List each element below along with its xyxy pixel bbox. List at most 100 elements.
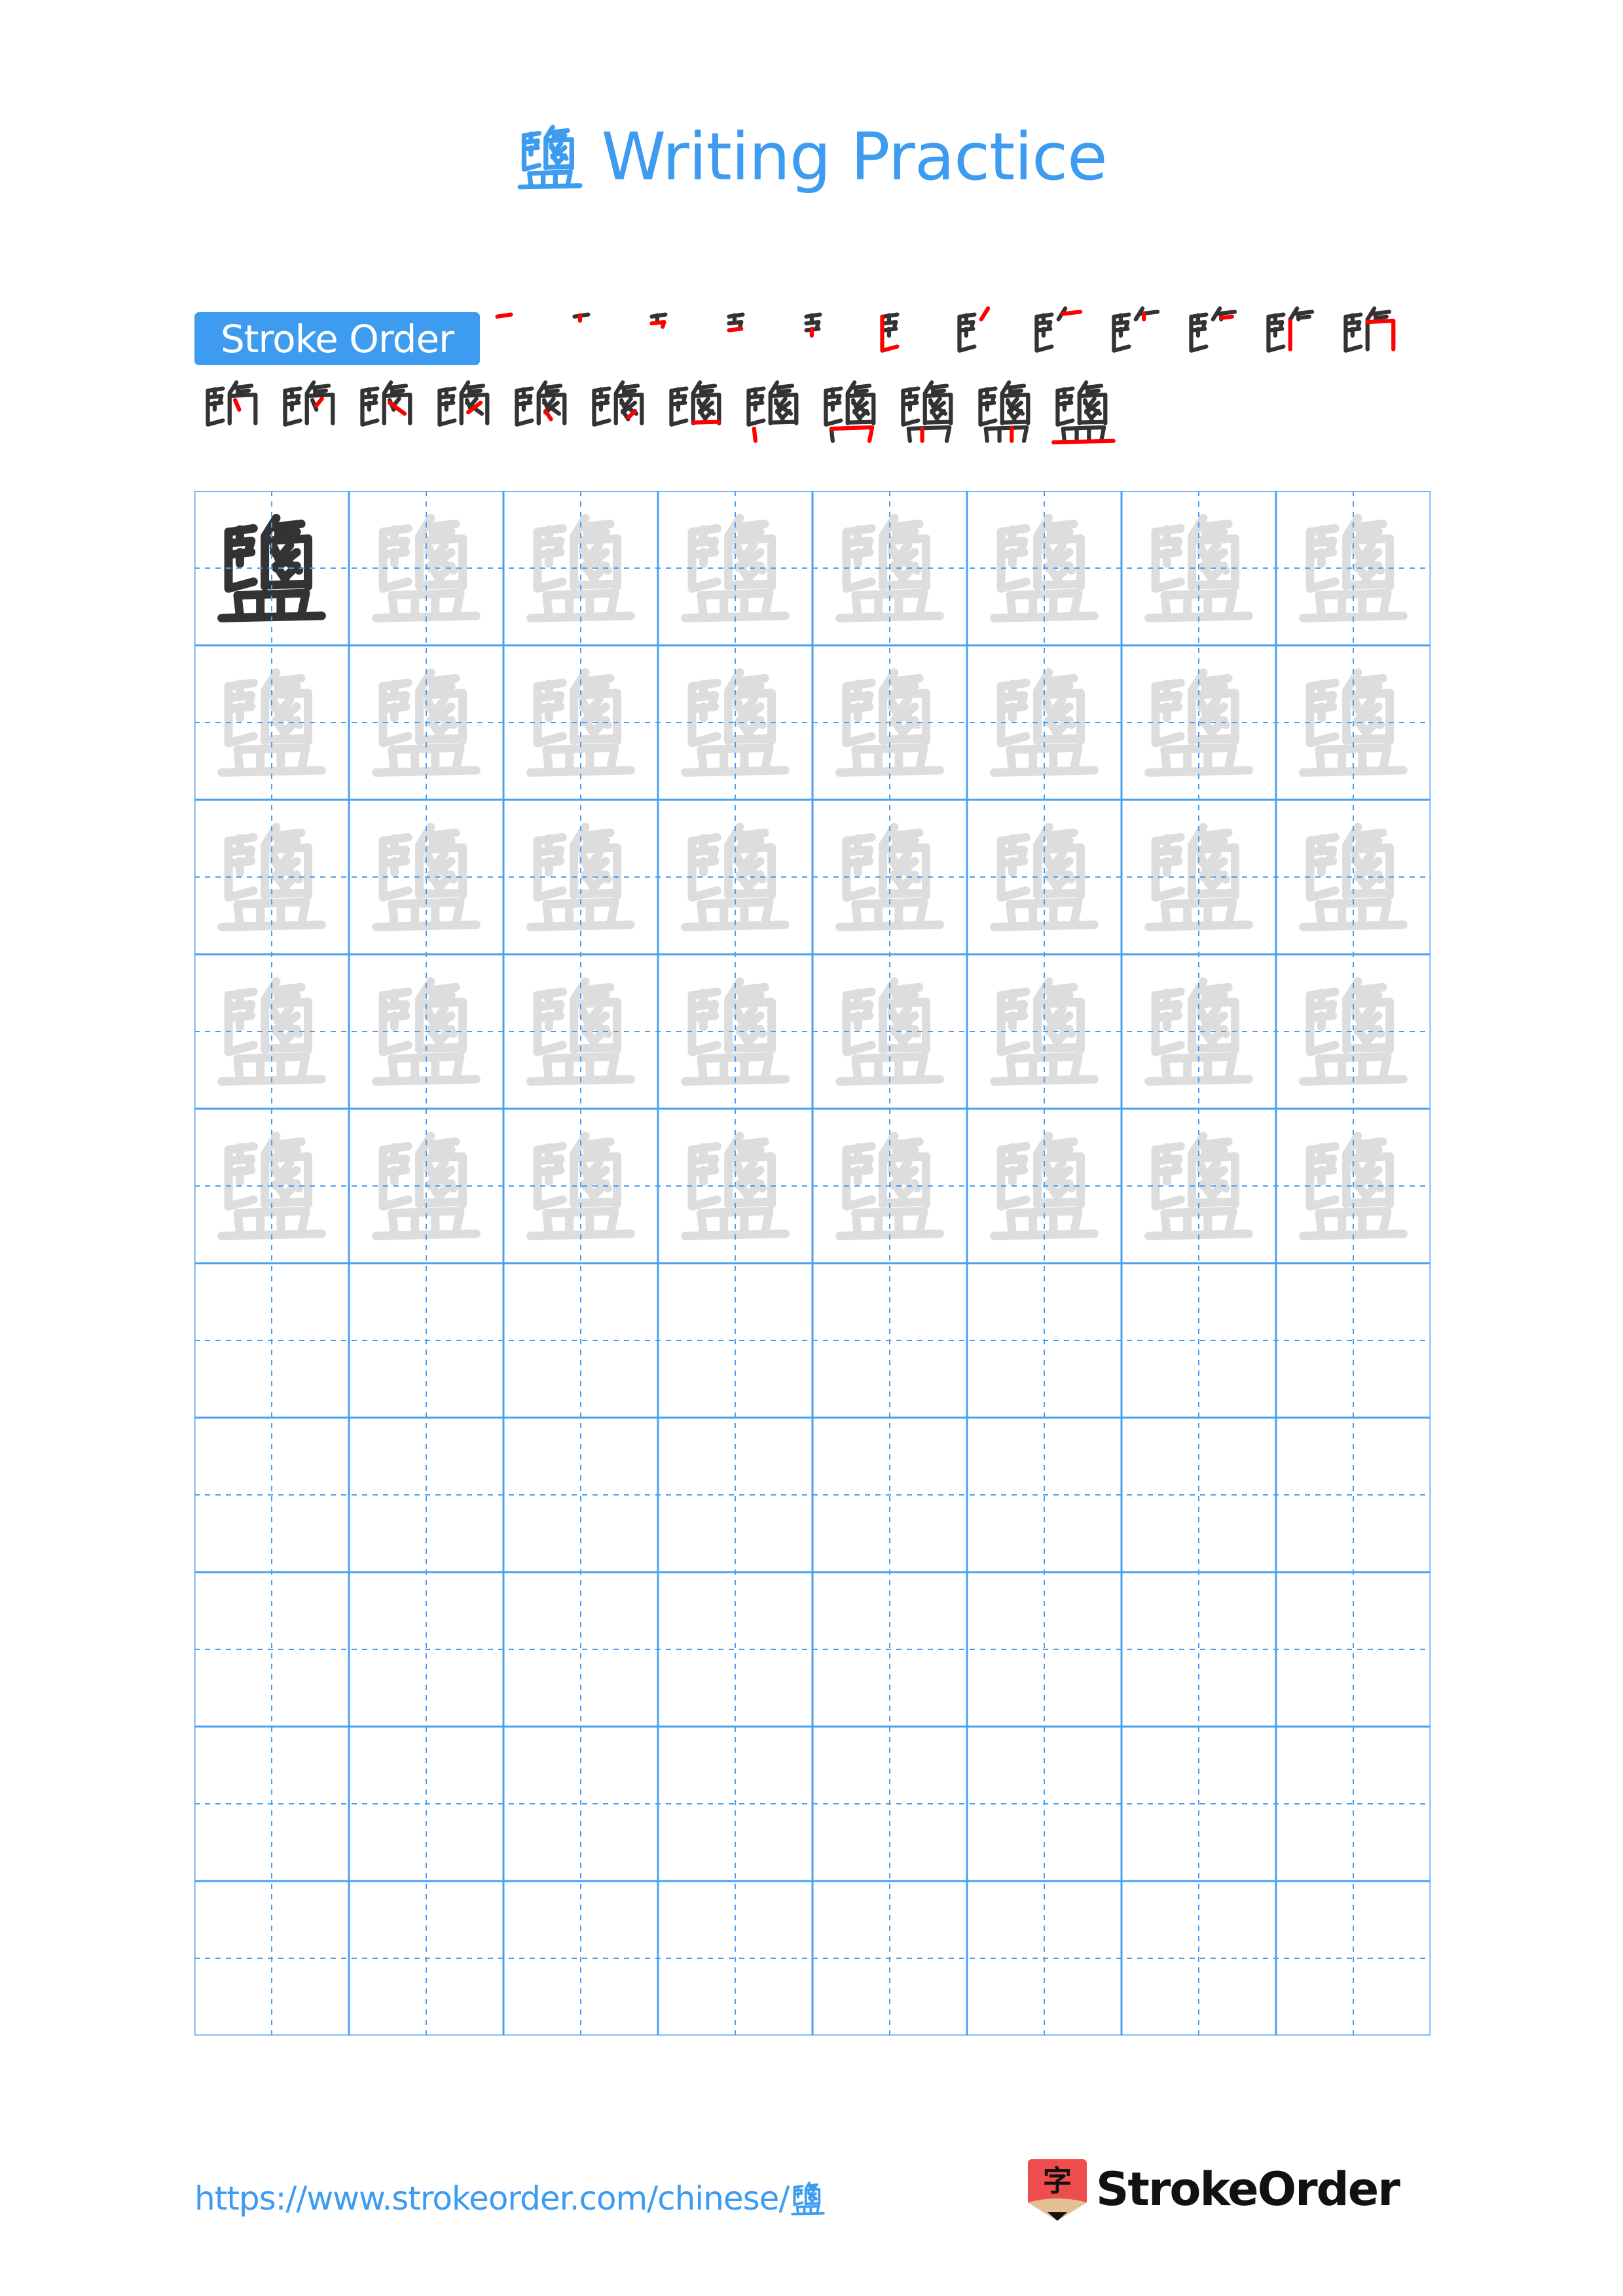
- grid-cell-model[interactable]: [194, 491, 349, 645]
- trace-stroke-10: [428, 836, 456, 848]
- grid-cell-trace[interactable]: [658, 1109, 812, 1263]
- grid-cell-trace[interactable]: [349, 800, 503, 954]
- grid-cell-blank[interactable]: [1276, 1418, 1431, 1572]
- grid-cell-trace[interactable]: [812, 491, 967, 645]
- grid-cell-trace[interactable]: [967, 1109, 1122, 1263]
- grid-cell-blank[interactable]: [503, 1727, 658, 1881]
- grid-cell-trace[interactable]: [1276, 1109, 1431, 1263]
- grid-cell-blank[interactable]: [967, 1572, 1122, 1727]
- grid-cell-blank[interactable]: [503, 1881, 658, 2036]
- grid-cell-blank[interactable]: [812, 1881, 967, 2036]
- grid-cell-blank[interactable]: [967, 1881, 1122, 2036]
- trace-stroke-19: [1033, 1043, 1085, 1053]
- grid-cell-blank[interactable]: [194, 1418, 349, 1572]
- step22-stroke-19: [922, 420, 953, 425]
- grid-cell-trace[interactable]: [812, 645, 967, 800]
- grid-cell-blank[interactable]: [194, 1727, 349, 1881]
- grid-cell-trace[interactable]: [194, 645, 349, 800]
- grid-cell-blank[interactable]: [1276, 1572, 1431, 1727]
- trace-character: [835, 823, 944, 931]
- grid-cell-trace[interactable]: [349, 645, 503, 800]
- grid-cell-blank[interactable]: [349, 1263, 503, 1418]
- trace-stroke-19: [879, 734, 931, 744]
- grid-cell-blank[interactable]: [812, 1727, 967, 1881]
- grid-cell-trace[interactable]: [1122, 491, 1276, 645]
- grid-cell-trace[interactable]: [1122, 645, 1276, 800]
- stroke-step-17: [515, 380, 567, 427]
- grid-cell-trace[interactable]: [967, 645, 1122, 800]
- grid-cell-blank[interactable]: [1122, 1881, 1276, 2036]
- grid-cell-blank[interactable]: [658, 1727, 812, 1881]
- grid-cell-trace[interactable]: [812, 800, 967, 954]
- grid-cell-trace[interactable]: [194, 954, 349, 1109]
- step21-stroke-3: [825, 393, 842, 403]
- grid-cell-trace[interactable]: [1122, 954, 1276, 1109]
- trace-character: [526, 1132, 635, 1240]
- grid-cell-blank[interactable]: [812, 1263, 967, 1418]
- grid-cell-trace[interactable]: [194, 800, 349, 954]
- trace-stroke-24: [1299, 920, 1408, 931]
- model-stroke-19: [261, 579, 313, 590]
- grid-cell-blank[interactable]: [658, 1881, 812, 2036]
- grid-cell-trace[interactable]: [1122, 1109, 1276, 1263]
- grid-cell-blank[interactable]: [349, 1418, 503, 1572]
- footer-url-link[interactable]: https://www.strokeorder.com/chinese/: [194, 2179, 826, 2217]
- grid-cell-blank[interactable]: [658, 1263, 812, 1418]
- grid-cell-blank[interactable]: [503, 1263, 658, 1418]
- grid-cell-blank[interactable]: [1122, 1418, 1276, 1572]
- grid-cell-trace[interactable]: [967, 800, 1122, 954]
- grid-cell-trace[interactable]: [658, 954, 812, 1109]
- model-stroke-24: [217, 611, 326, 622]
- grid-cell-trace[interactable]: [658, 491, 812, 645]
- grid-cell-trace[interactable]: [503, 1109, 658, 1263]
- step8-stroke-3: [1036, 319, 1053, 329]
- grid-cell-trace[interactable]: [503, 645, 658, 800]
- grid-cell-trace[interactable]: [658, 645, 812, 800]
- grid-cell-blank[interactable]: [812, 1418, 967, 1572]
- trace-stroke-3: [227, 845, 256, 863]
- trace-stroke-24: [1144, 766, 1253, 777]
- grid-cell-blank[interactable]: [967, 1418, 1122, 1572]
- grid-cell-blank[interactable]: [349, 1727, 503, 1881]
- grid-cell-trace[interactable]: [503, 491, 658, 645]
- strokeorder-logo[interactable]: 字 StrokeOrder: [1028, 2157, 1400, 2222]
- grid-cell-trace[interactable]: [658, 800, 812, 954]
- grid-cell-blank[interactable]: [658, 1418, 812, 1572]
- grid-cell-blank[interactable]: [503, 1572, 658, 1727]
- grid-cell-trace[interactable]: [349, 954, 503, 1109]
- trace-stroke-10: [274, 836, 301, 848]
- grid-cell-trace[interactable]: [1276, 645, 1431, 800]
- grid-cell-blank[interactable]: [194, 1881, 349, 2036]
- grid-cell-trace[interactable]: [349, 491, 503, 645]
- grid-cell-blank[interactable]: [1276, 1881, 1431, 2036]
- trace-stroke-3: [1154, 536, 1183, 554]
- grid-cell-blank[interactable]: [194, 1572, 349, 1727]
- grid-cell-trace[interactable]: [967, 954, 1122, 1109]
- grid-cell-trace[interactable]: [1122, 800, 1276, 954]
- grid-cell-blank[interactable]: [967, 1263, 1122, 1418]
- grid-cell-blank[interactable]: [658, 1572, 812, 1727]
- grid-cell-trace[interactable]: [1276, 954, 1431, 1109]
- grid-cell-blank[interactable]: [194, 1263, 349, 1418]
- grid-cell-trace[interactable]: [503, 800, 658, 954]
- grid-cell-trace[interactable]: [349, 1109, 503, 1263]
- grid-cell-blank[interactable]: [1122, 1727, 1276, 1881]
- grid-cell-blank[interactable]: [1276, 1263, 1431, 1418]
- grid-cell-trace[interactable]: [1276, 800, 1431, 954]
- grid-cell-blank[interactable]: [967, 1727, 1122, 1881]
- grid-cell-trace[interactable]: [967, 491, 1122, 645]
- grid-cell-blank[interactable]: [503, 1418, 658, 1572]
- step19-stroke-19-current: [691, 420, 721, 425]
- grid-cell-trace[interactable]: [812, 1109, 967, 1263]
- grid-cell-blank[interactable]: [1122, 1572, 1276, 1727]
- trace-stroke-18: [281, 870, 301, 891]
- grid-cell-trace[interactable]: [812, 954, 967, 1109]
- grid-cell-trace[interactable]: [503, 954, 658, 1109]
- grid-cell-trace[interactable]: [1276, 491, 1431, 645]
- grid-cell-trace[interactable]: [194, 1109, 349, 1263]
- grid-cell-blank[interactable]: [349, 1572, 503, 1727]
- grid-cell-blank[interactable]: [1122, 1263, 1276, 1418]
- grid-cell-blank[interactable]: [1276, 1727, 1431, 1881]
- grid-cell-blank[interactable]: [812, 1572, 967, 1727]
- grid-cell-blank[interactable]: [349, 1881, 503, 2036]
